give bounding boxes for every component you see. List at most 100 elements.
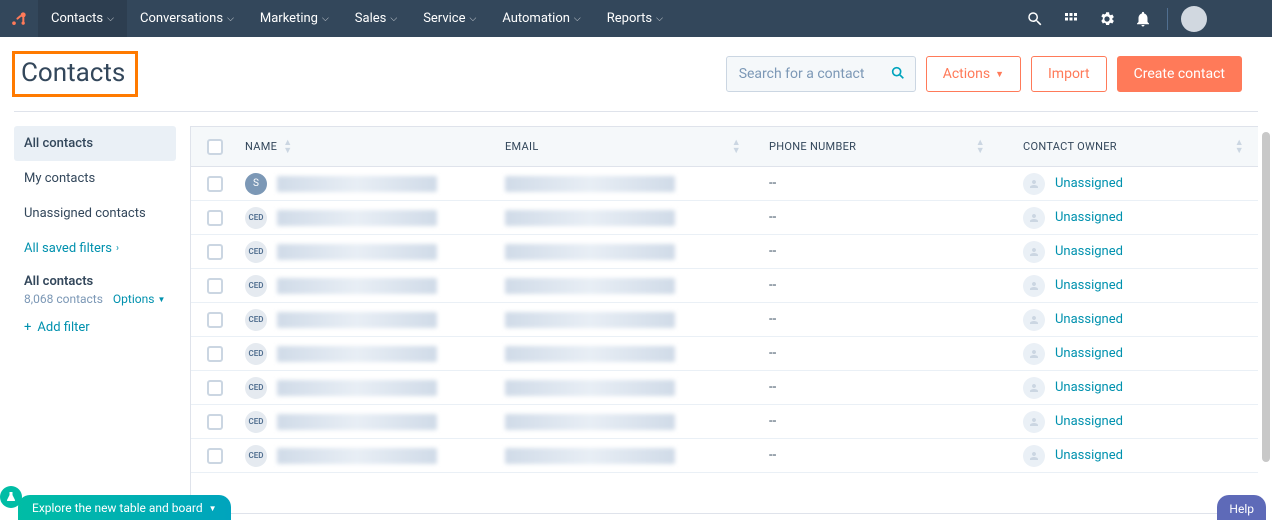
contact-email-redacted xyxy=(505,210,675,226)
caret-down-icon: ▼ xyxy=(157,295,165,304)
scrollbar[interactable] xyxy=(1262,132,1270,462)
row-checkbox[interactable] xyxy=(207,346,223,362)
settings-gear-icon[interactable] xyxy=(1089,0,1125,37)
contact-owner-link[interactable]: Unassigned xyxy=(1055,380,1123,395)
nav-item-conversations[interactable]: Conversations⌵ xyxy=(127,0,247,37)
column-header-phone[interactable]: PHONE NUMBER ▲▼ xyxy=(755,139,999,155)
owner-avatar xyxy=(1023,309,1045,331)
user-avatar[interactable] xyxy=(1176,0,1212,37)
chevron-down-icon: ⌵ xyxy=(390,14,397,24)
owner-avatar xyxy=(1023,173,1045,195)
table-row[interactable]: CED--Unassigned xyxy=(191,405,1258,439)
select-all-checkbox[interactable] xyxy=(207,139,223,155)
table-row[interactable]: CED -- Unassigned xyxy=(191,303,1258,337)
notifications-bell-icon[interactable] xyxy=(1125,0,1161,37)
chevron-down-icon: ⌵ xyxy=(107,14,114,24)
column-header-email[interactable]: EMAIL ▲▼ xyxy=(505,139,755,155)
table-header: NAME ▲▼ EMAIL ▲▼ PHONE NUMBER ▲▼ CONTACT… xyxy=(191,127,1258,167)
contact-email-redacted xyxy=(505,346,675,362)
table-row[interactable]: CED -- Unassigned xyxy=(191,439,1258,473)
caret-down-icon: ▼ xyxy=(995,69,1004,80)
nav-item-sales[interactable]: Sales⌵ xyxy=(342,0,410,37)
nav-item-contacts[interactable]: Contacts⌵ xyxy=(38,0,127,37)
contact-phone: -- xyxy=(755,312,999,327)
contact-owner-link[interactable]: Unassigned xyxy=(1055,312,1123,327)
chevron-down-icon: ⌵ xyxy=(227,14,234,24)
contact-owner-link[interactable]: Unassigned xyxy=(1055,176,1123,191)
sort-icon: ▲▼ xyxy=(976,139,985,155)
row-checkbox[interactable] xyxy=(207,448,223,464)
table-row[interactable]: CED--Unassigned xyxy=(191,337,1258,371)
column-header-name[interactable]: NAME ▲▼ xyxy=(239,139,505,155)
contact-email-redacted xyxy=(505,414,675,430)
table-row[interactable]: S--Unassigned xyxy=(191,167,1258,201)
owner-avatar xyxy=(1023,207,1045,229)
nav-item-service[interactable]: Service⌵ xyxy=(410,0,489,37)
hubspot-logo-icon[interactable] xyxy=(0,0,38,37)
row-checkbox[interactable] xyxy=(207,176,223,192)
owner-avatar xyxy=(1023,275,1045,297)
help-button[interactable]: Help xyxy=(1217,495,1266,520)
row-checkbox[interactable] xyxy=(207,244,223,260)
row-checkbox[interactable] xyxy=(207,414,223,430)
contact-owner-link[interactable]: Unassigned xyxy=(1055,414,1123,429)
sort-icon: ▲▼ xyxy=(283,139,292,155)
sidebar-item-my-contacts[interactable]: My contacts xyxy=(14,161,176,196)
options-link[interactable]: Options ▼ xyxy=(113,292,165,306)
explore-banner[interactable]: Explore the new table and board ▼ xyxy=(18,495,231,520)
contact-name-redacted xyxy=(277,244,437,260)
row-checkbox[interactable] xyxy=(207,312,223,328)
contact-owner-link[interactable]: Unassigned xyxy=(1055,244,1123,259)
contact-phone: -- xyxy=(755,380,999,395)
contact-avatar: CED xyxy=(245,309,267,331)
contact-name-redacted xyxy=(277,176,437,192)
plus-icon: + xyxy=(24,320,31,335)
contact-avatar: CED xyxy=(245,445,267,467)
contacts-table: NAME ▲▼ EMAIL ▲▼ PHONE NUMBER ▲▼ CONTACT… xyxy=(190,126,1258,514)
contact-owner-link[interactable]: Unassigned xyxy=(1055,346,1123,361)
all-saved-filters-link[interactable]: All saved filters › xyxy=(14,231,176,266)
sidebar-item-unassigned-contacts[interactable]: Unassigned contacts xyxy=(14,196,176,231)
table-row[interactable]: CED -- Unassigned xyxy=(191,201,1258,235)
contact-count: 8,068 contacts xyxy=(24,292,103,306)
search-input[interactable] xyxy=(726,56,916,92)
create-contact-button[interactable]: Create contact xyxy=(1117,56,1242,92)
contact-phone: -- xyxy=(755,210,999,225)
contact-phone: -- xyxy=(755,244,999,259)
nav-item-marketing[interactable]: Marketing⌵ xyxy=(247,0,342,37)
table-row[interactable]: CED--Unassigned xyxy=(191,371,1258,405)
contact-search[interactable] xyxy=(726,56,916,92)
row-checkbox[interactable] xyxy=(207,380,223,396)
marketplace-icon[interactable] xyxy=(1053,0,1089,37)
contact-email-redacted xyxy=(505,312,675,328)
contact-name-redacted xyxy=(277,210,437,226)
chevron-right-icon: › xyxy=(116,243,119,254)
chevron-down-icon: ⌵ xyxy=(322,14,329,24)
contact-owner-link[interactable]: Unassigned xyxy=(1055,448,1123,463)
contact-avatar: CED xyxy=(245,207,267,229)
owner-avatar xyxy=(1023,241,1045,263)
chevron-down-icon: ⌵ xyxy=(656,14,663,24)
owner-avatar xyxy=(1023,343,1045,365)
table-row[interactable]: CED--Unassigned xyxy=(191,269,1258,303)
contact-owner-link[interactable]: Unassigned xyxy=(1055,278,1123,293)
row-checkbox[interactable] xyxy=(207,210,223,226)
actions-button[interactable]: Actions▼ xyxy=(926,56,1021,92)
contact-owner-link[interactable]: Unassigned xyxy=(1055,210,1123,225)
filter-group: All contacts 8,068 contacts Options ▼ xyxy=(14,266,176,306)
nav-divider xyxy=(1167,8,1168,30)
add-filter-button[interactable]: + Add filter xyxy=(14,306,176,349)
contact-email-redacted xyxy=(505,244,675,260)
contact-phone: -- xyxy=(755,448,999,463)
row-checkbox[interactable] xyxy=(207,278,223,294)
table-row[interactable]: CED--Unassigned xyxy=(191,235,1258,269)
contact-phone: -- xyxy=(755,346,999,361)
contact-phone: -- xyxy=(755,278,999,293)
nav-item-automation[interactable]: Automation⌵ xyxy=(489,0,593,37)
nav-item-reports[interactable]: Reports⌵ xyxy=(594,0,676,37)
search-icon[interactable] xyxy=(1017,0,1053,37)
contact-name-redacted xyxy=(277,278,437,294)
sidebar-item-all-contacts[interactable]: All contacts xyxy=(14,126,176,161)
column-header-owner[interactable]: CONTACT OWNER ▲▼ xyxy=(999,139,1258,155)
import-button[interactable]: Import xyxy=(1031,56,1107,92)
